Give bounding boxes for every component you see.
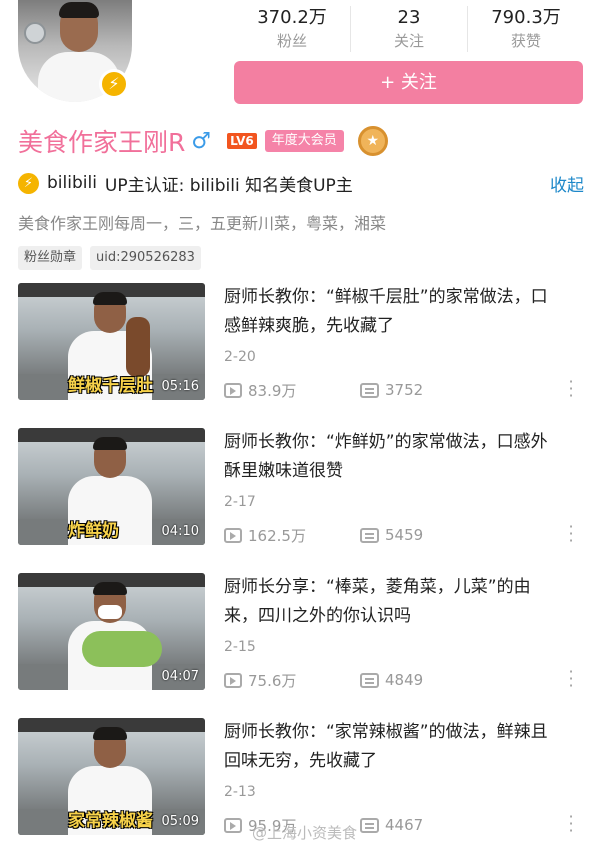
vegetables-shape bbox=[82, 631, 162, 667]
follow-button[interactable]: + 关注 bbox=[234, 61, 583, 104]
play-count-icon bbox=[224, 817, 242, 833]
danmaku-count: 3752 bbox=[385, 381, 424, 399]
vip-badge: 年度大会员 bbox=[264, 130, 344, 152]
more-vertical-icon[interactable]: · · · bbox=[567, 809, 575, 839]
video-duration: 04:07 bbox=[161, 669, 199, 684]
stat-value: 370.2万 bbox=[257, 7, 327, 28]
stat-following[interactable]: 23 关注 bbox=[350, 6, 467, 52]
male-gender-icon: ♂ bbox=[191, 128, 212, 154]
rank-medal-icon[interactable]: ★ bbox=[357, 126, 388, 156]
name-row: 美食作家王刚R ♂ LV6 年度大会员 ★ bbox=[18, 124, 388, 158]
view-count: 83.9万 bbox=[248, 381, 297, 400]
watermark: @上海小资美食 bbox=[252, 824, 358, 842]
stat-label: 粉丝 bbox=[276, 32, 307, 50]
view-count: 162.5万 bbox=[248, 526, 306, 545]
video-item[interactable]: 炸鲜奶 04:10 厨师长教你：“炸鲜奶”的家常做法，口感外酥里嫩味道很赞 2-… bbox=[0, 428, 600, 573]
video-item[interactable]: 04:07 厨师长分享：“棒菜，菱角菜，儿菜”的由来，四川之外的你认识吗 2-1… bbox=[0, 573, 600, 718]
uid-tag: uid:290526283 bbox=[90, 246, 201, 270]
video-title[interactable]: 厨师长分享：“棒菜，菱角菜，儿菜”的由来，四川之外的你认识吗 bbox=[224, 573, 564, 631]
stat-likes[interactable]: 790.3万 获赞 bbox=[467, 6, 584, 52]
stat-value: 790.3万 bbox=[491, 7, 561, 28]
chef-hair-shape bbox=[93, 292, 127, 305]
video-title[interactable]: 厨师长教你：“鲜椒千层肚”的家常做法，口感鲜辣爽脆，先收藏了 bbox=[224, 283, 564, 341]
video-thumbnail[interactable]: 04:07 bbox=[18, 573, 205, 690]
danmaku-icon bbox=[360, 527, 379, 543]
video-meta: 75.6万 4849 bbox=[224, 669, 423, 691]
video-list: 鲜椒千层肚 05:16 厨师长教你：“鲜椒千层肚”的家常做法，口感鲜辣爽脆，先收… bbox=[0, 283, 600, 852]
signature: 美食作家王刚每周一，三，五更新川菜，粤菜，湘菜 bbox=[18, 214, 387, 233]
lightning-badge-icon: ⚡ bbox=[18, 172, 39, 194]
video-thumbnail[interactable]: 家常辣椒酱 05:09 bbox=[18, 718, 205, 835]
collapse-link[interactable]: 收起 bbox=[550, 171, 584, 196]
cert-prefix: bilibili bbox=[47, 173, 97, 193]
thumbnail-caption: 家常辣椒酱 bbox=[68, 811, 153, 831]
danmaku-icon bbox=[360, 817, 379, 833]
video-duration: 04:10 bbox=[161, 524, 199, 539]
chef-hair-shape bbox=[93, 437, 127, 450]
video-meta: 83.9万 3752 bbox=[224, 379, 423, 401]
video-date: 2-15 bbox=[224, 639, 256, 655]
stat-fans[interactable]: 370.2万 粉丝 bbox=[234, 6, 350, 52]
danmaku-count: 5459 bbox=[385, 526, 424, 544]
danmaku-icon bbox=[360, 672, 379, 688]
chef-hair-shape bbox=[93, 727, 127, 740]
video-thumbnail[interactable]: 鲜椒千层肚 05:16 bbox=[18, 283, 205, 400]
certification-row: ⚡ bilibili UP主认证: bilibili 知名美食UP主 收起 bbox=[18, 170, 584, 196]
thumbnail-caption: 炸鲜奶 bbox=[68, 521, 119, 541]
danmaku-icon bbox=[360, 382, 379, 398]
video-thumbnail[interactable]: 炸鲜奶 04:10 bbox=[18, 428, 205, 545]
danmaku-count: 4849 bbox=[385, 671, 424, 689]
ladle-shape bbox=[24, 22, 46, 44]
stat-value: 23 bbox=[397, 7, 421, 28]
face-mask-shape bbox=[98, 605, 122, 619]
fan-medal-tag[interactable]: 粉丝勋章 bbox=[18, 246, 83, 270]
verified-lightning-icon: ⚡ bbox=[99, 69, 129, 99]
view-count: 75.6万 bbox=[248, 671, 297, 690]
video-date: 2-17 bbox=[224, 494, 256, 510]
more-vertical-icon[interactable]: · · · bbox=[567, 374, 575, 404]
video-meta: 162.5万 5459 bbox=[224, 524, 423, 546]
video-duration: 05:09 bbox=[161, 814, 199, 829]
video-title[interactable]: 厨师长教你：“炸鲜奶”的家常做法，口感外酥里嫩味道很赞 bbox=[224, 428, 564, 486]
video-date: 2-13 bbox=[224, 784, 256, 800]
more-vertical-icon[interactable]: · · · bbox=[567, 519, 575, 549]
video-date: 2-20 bbox=[224, 349, 256, 365]
video-title[interactable]: 厨师长教你：“家常辣椒酱”的做法，鲜辣且回味无穷，先收藏了 bbox=[224, 718, 564, 776]
play-count-icon bbox=[224, 527, 242, 543]
play-count-icon bbox=[224, 382, 242, 398]
danmaku-count: 4467 bbox=[385, 816, 424, 834]
thumbnail-caption: 鲜椒千层肚 bbox=[68, 376, 153, 396]
video-duration: 05:16 bbox=[161, 379, 199, 394]
user-name: 美食作家王刚R bbox=[18, 128, 186, 157]
tripe-shape bbox=[126, 317, 150, 377]
play-count-icon bbox=[224, 672, 242, 688]
level-badge: LV6 bbox=[227, 133, 257, 149]
more-vertical-icon[interactable]: · · · bbox=[567, 664, 575, 694]
chef-hair-shape bbox=[93, 582, 127, 595]
tag-row: 粉丝勋章 uid:290526283 bbox=[18, 246, 209, 270]
cert-text: UP主认证: bilibili 知名美食UP主 bbox=[104, 175, 353, 196]
stat-label: 关注 bbox=[393, 32, 424, 50]
hair-shape bbox=[59, 2, 99, 18]
video-item[interactable]: 鲜椒千层肚 05:16 厨师长教你：“鲜椒千层肚”的家常做法，口感鲜辣爽脆，先收… bbox=[0, 283, 600, 428]
stats-bar: 370.2万 粉丝 23 关注 790.3万 获赞 bbox=[234, 6, 584, 52]
stat-label: 获赞 bbox=[510, 32, 541, 50]
